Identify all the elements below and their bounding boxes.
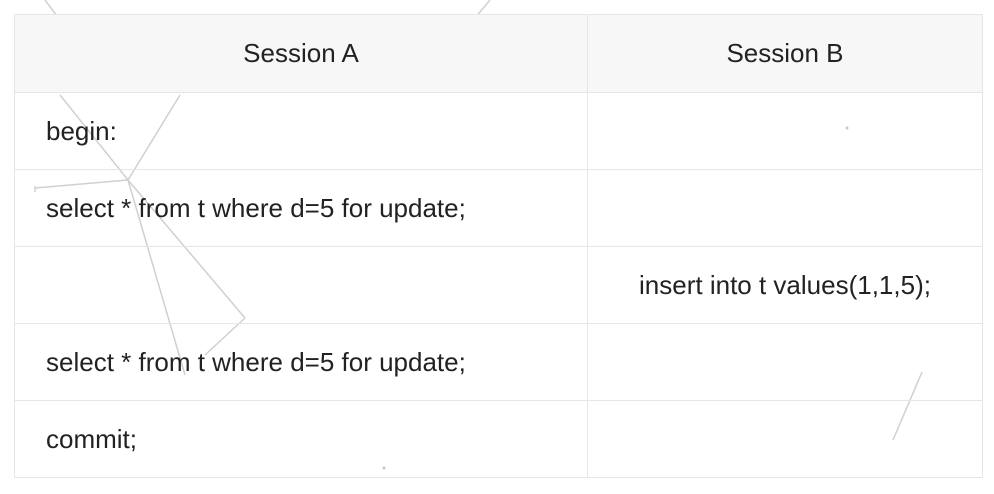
table-cell-session-a: select * from t where d=5 for update; — [14, 169, 588, 247]
header-session-b: Session B — [587, 14, 983, 93]
table-cell-session-a: begin: — [14, 92, 588, 170]
table-cell-session-b: insert into t values(1,1,5); — [587, 246, 983, 324]
table-header-row: Session A Session B — [14, 14, 983, 93]
session-table: Session A Session B begin: select * from… — [14, 14, 983, 478]
table-cell-session-b — [587, 400, 983, 478]
table-cell-session-b — [587, 92, 983, 170]
table-cell-session-a: commit; — [14, 400, 588, 478]
table-cell-session-a — [14, 246, 588, 324]
table-row: select * from t where d=5 for update; — [14, 169, 983, 247]
header-session-a: Session A — [14, 14, 588, 93]
table-cell-session-b — [587, 323, 983, 401]
table-cell-session-a: select * from t where d=5 for update; — [14, 323, 588, 401]
table-row: begin: — [14, 92, 983, 170]
table-row: select * from t where d=5 for update; — [14, 323, 983, 401]
table-row: insert into t values(1,1,5); — [14, 246, 983, 324]
table-cell-session-b — [587, 169, 983, 247]
table-row: commit; — [14, 400, 983, 478]
